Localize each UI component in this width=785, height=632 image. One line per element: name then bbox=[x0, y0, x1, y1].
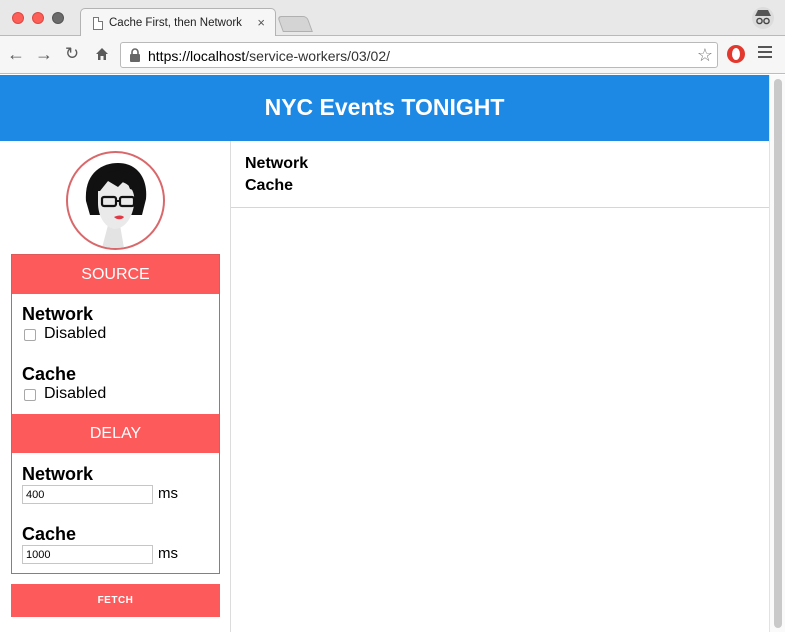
incognito-profile-icon[interactable] bbox=[751, 6, 775, 30]
address-bar[interactable]: https://localhost/service-workers/03/02/… bbox=[120, 42, 718, 68]
source-cache-checkbox[interactable] bbox=[24, 389, 36, 401]
delay-heading: DELAY bbox=[12, 414, 219, 453]
results-list: Network Cache bbox=[231, 141, 769, 208]
scrollbar-thumb[interactable] bbox=[774, 79, 782, 628]
avatar bbox=[66, 151, 165, 250]
tab-active[interactable]: Cache First, then Network × bbox=[80, 8, 276, 37]
fetch-button[interactable]: FETCH bbox=[11, 584, 220, 617]
source-network-label: Network bbox=[22, 304, 94, 324]
source-cache-label: Cache bbox=[22, 364, 77, 384]
star-icon[interactable]: ☆ bbox=[697, 45, 713, 66]
zoom-window-button[interactable] bbox=[52, 12, 64, 24]
app-header: NYC Events TONIGHT bbox=[0, 75, 769, 141]
title-text: Events TONIGHT bbox=[313, 94, 505, 120]
source-cache-checkbox-label[interactable]: Disabled bbox=[44, 385, 106, 403]
menu-icon[interactable] bbox=[758, 46, 772, 60]
close-window-button[interactable] bbox=[12, 12, 24, 24]
main-content: Network Cache bbox=[231, 141, 769, 632]
delay-cache-label: Cache bbox=[22, 524, 77, 544]
source-heading: SOURCE bbox=[12, 255, 219, 294]
page-title: NYC Events TONIGHT bbox=[265, 94, 505, 121]
result-network: Network bbox=[245, 155, 309, 172]
vertical-scrollbar[interactable] bbox=[769, 75, 785, 632]
url-path: /service-workers/03/02/ bbox=[245, 48, 390, 64]
delay-cache-input[interactable] bbox=[22, 545, 153, 564]
document-icon bbox=[93, 17, 103, 30]
delay-network-input[interactable] bbox=[22, 485, 153, 504]
reload-icon[interactable]: ↻ bbox=[62, 44, 82, 64]
delay-cache-unit: ms bbox=[158, 545, 178, 562]
lock-icon bbox=[130, 48, 140, 62]
url-host: https://localhost bbox=[148, 48, 246, 64]
options-panel: SOURCE Network Disabled Cache Disabled D… bbox=[11, 254, 220, 574]
avatar-illustration bbox=[85, 163, 147, 248]
browser-toolbar: ← → ↻ https://localhost/service-workers/… bbox=[0, 36, 785, 74]
delay-network-unit: ms bbox=[158, 485, 178, 502]
tab-title: Cache First, then Network bbox=[109, 17, 242, 29]
url-text: https://localhost/service-workers/03/02/ bbox=[148, 48, 390, 64]
source-network-checkbox[interactable] bbox=[24, 329, 36, 341]
sidebar: SOURCE Network Disabled Cache Disabled D… bbox=[0, 141, 231, 632]
new-tab-button[interactable] bbox=[277, 16, 313, 32]
brand-name: NYC bbox=[264, 94, 314, 120]
back-arrow-icon[interactable]: ← bbox=[6, 44, 26, 64]
minimize-window-button[interactable] bbox=[32, 12, 44, 24]
tab-close-icon[interactable]: × bbox=[257, 15, 265, 30]
page-viewport: NYC Events TONIGHT SOURCE Network Disabl… bbox=[0, 75, 769, 632]
tab-strip: Cache First, then Network × bbox=[0, 0, 785, 37]
home-icon[interactable] bbox=[92, 44, 112, 64]
forward-arrow-icon[interactable]: → bbox=[34, 44, 54, 64]
delay-network-label: Network bbox=[22, 464, 94, 484]
result-cache: Cache bbox=[245, 177, 294, 194]
extension-icon[interactable] bbox=[727, 45, 745, 63]
source-network-checkbox-label[interactable]: Disabled bbox=[44, 325, 106, 343]
